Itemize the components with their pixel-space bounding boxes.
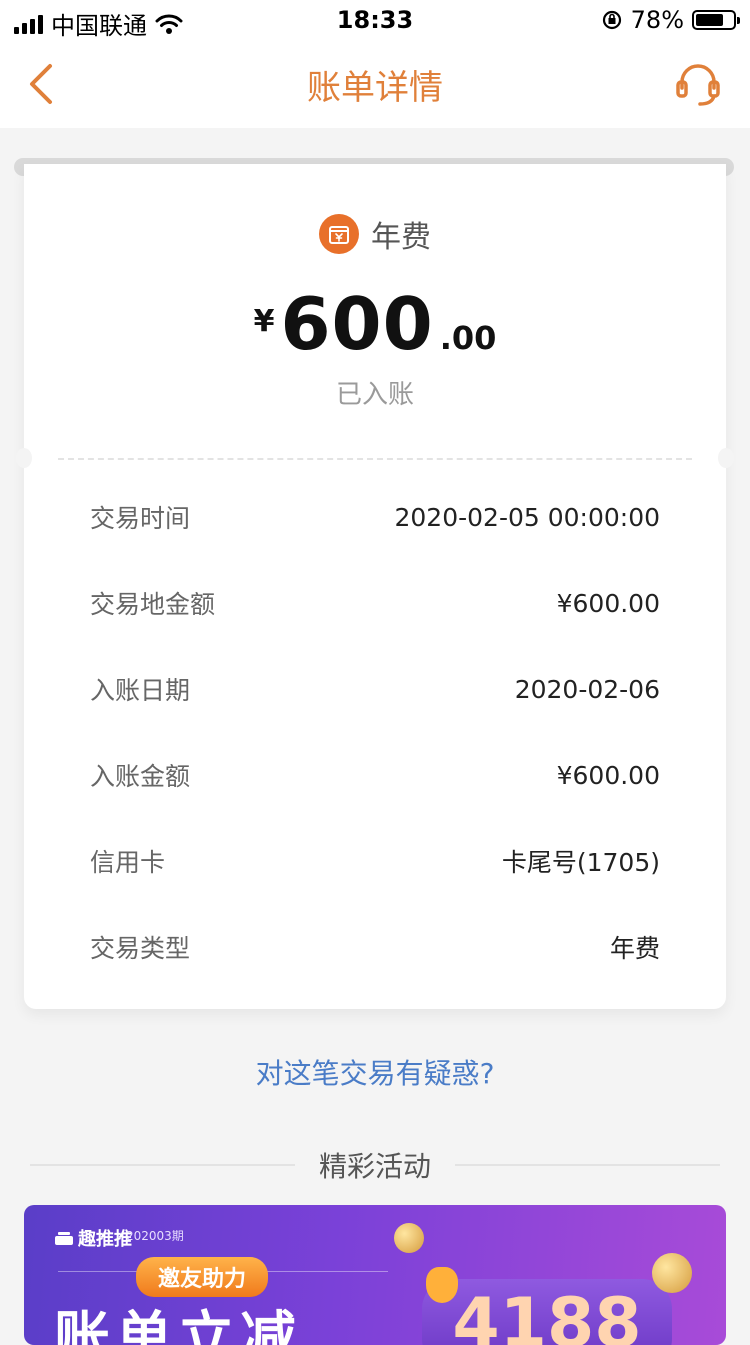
detail-value: ¥600.00: [556, 588, 660, 618]
detail-row-posting-date: 入账日期 2020-02-06: [90, 646, 660, 732]
detail-value: 年费: [609, 934, 660, 963]
amount-integer: 600: [280, 282, 434, 366]
customer-service-button[interactable]: [674, 58, 722, 110]
detail-label: 信用卡: [90, 848, 166, 877]
detail-row-transaction-time: 交易时间 2020-02-05 00:00:00: [90, 474, 660, 560]
receipt-notch-left: [16, 448, 32, 468]
detail-label: 入账日期: [90, 676, 191, 705]
banner-tag: 邀友助力: [136, 1257, 269, 1297]
amount-decimal: .00: [439, 319, 497, 357]
banner-logo: 趣推推: [54, 1225, 132, 1251]
detail-label: 交易时间: [90, 504, 191, 533]
activities-header: 精彩活动: [30, 1145, 721, 1185]
amount-currency: ¥: [253, 304, 275, 339]
divider-line: [455, 1164, 721, 1166]
detail-value: ¥600.00: [556, 760, 660, 790]
money-bag-icon: [426, 1267, 458, 1303]
headset-icon: [676, 64, 720, 106]
calendar-yen-icon: [319, 214, 359, 254]
banner-number: 4188: [422, 1279, 672, 1345]
detail-value: 2020-02-06: [514, 674, 660, 704]
card-stack-icon: [55, 1232, 73, 1245]
transaction-type: 年费: [24, 212, 726, 256]
battery-icon: [692, 10, 740, 30]
detail-label: 入账金额: [90, 762, 191, 791]
detail-row-local-amount: 交易地金额 ¥600.00: [90, 560, 660, 646]
bill-detail-card: 年费 ¥600.00 已入账 交易时间 2020-02-05 00:00:00 …: [16, 164, 734, 1009]
detail-list: 交易时间 2020-02-05 00:00:00 交易地金额 ¥600.00 入…: [90, 474, 660, 990]
detail-label: 交易地金额: [90, 590, 216, 619]
status-bar: 中国联通 18:33 78%: [0, 0, 750, 40]
detail-value: 2020-02-05 00:00:00: [394, 502, 660, 532]
dashed-divider: [58, 458, 692, 460]
receipt-notch-right: [718, 448, 734, 468]
orientation-lock-icon: [602, 10, 621, 30]
transaction-status: 已入账: [335, 380, 414, 410]
banner-period: 202003期: [126, 1229, 184, 1243]
nav-bar: 账单详情: [0, 40, 750, 128]
promo-banner[interactable]: 趣推推 202003期 邀友助力 账单立减 4188: [24, 1205, 726, 1345]
detail-value: 卡尾号(1705): [501, 848, 660, 877]
detail-row-transaction-type: 交易类型 年费: [90, 904, 660, 990]
banner-headline: 账单立减: [54, 1306, 302, 1345]
coin-icon: [394, 1223, 424, 1253]
detail-row-credit-card: 信用卡 卡尾号(1705): [90, 818, 660, 904]
activities-title: 精彩活动: [319, 1150, 432, 1183]
coin-icon: [652, 1253, 692, 1293]
transaction-type-label: 年费: [371, 220, 431, 255]
transaction-query-link[interactable]: 对这笔交易有疑惑?: [0, 1052, 750, 1092]
page-title: 账单详情: [307, 68, 443, 108]
banner-logo-text: 趣推推: [78, 1229, 132, 1250]
amount: ¥600.00: [24, 282, 726, 366]
status-right: 78%: [601, 6, 740, 34]
detail-row-posted-amount: 入账金额 ¥600.00: [90, 732, 660, 818]
divider-line: [30, 1164, 295, 1166]
battery-percent: 78%: [630, 6, 684, 34]
detail-label: 交易类型: [90, 934, 191, 963]
